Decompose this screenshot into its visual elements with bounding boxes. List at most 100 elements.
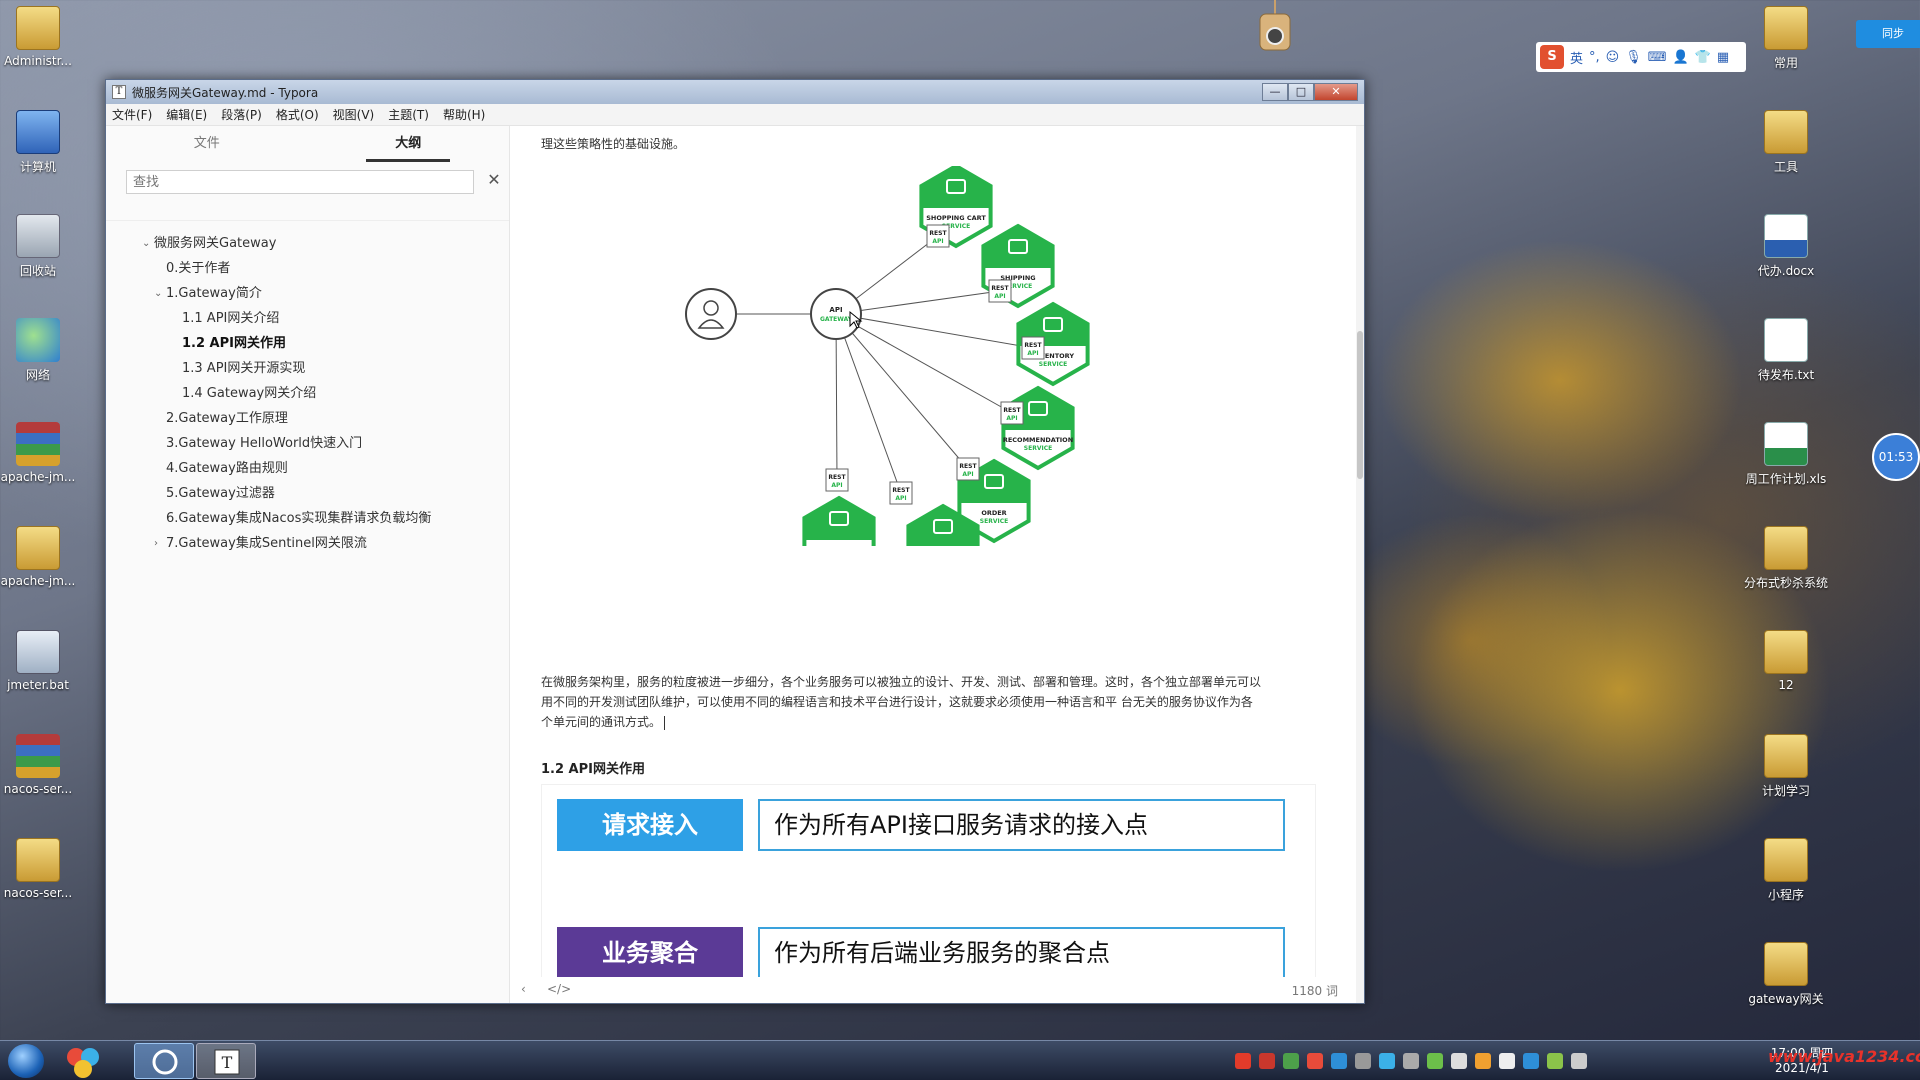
taskbar-browser-icon[interactable] [134,1043,194,1079]
keyboard-icon[interactable]: ⌨ [1648,50,1667,65]
outline-item[interactable]: › 7.Gateway集成Sentinel网关限流 [106,531,509,556]
desktop-icon[interactable]: 计算机 [0,110,80,175]
desktop-icon[interactable]: Administr... [0,6,80,68]
user-circle [685,288,737,340]
outline-item[interactable]: 4.Gateway路由规则 [106,456,509,481]
menu-edit[interactable]: 编辑(E) [166,106,207,123]
outline-item[interactable]: 5.Gateway过滤器 [106,481,509,506]
close-button[interactable]: ✕ [1314,83,1358,101]
outline-item[interactable]: 0.关于作者 [106,256,509,281]
scrollbar-thumb[interactable] [1357,331,1363,479]
menu-format[interactable]: 格式(O) [276,106,319,123]
tray-app-icon[interactable] [1235,1053,1251,1069]
menu-view[interactable]: 视图(V) [333,106,375,123]
tray-app-icon[interactable] [1355,1053,1371,1069]
rest-api-label: REST [1024,342,1042,349]
excel-file-icon [1764,422,1808,466]
outline-search-input[interactable] [126,170,474,194]
rest-api-label: REST [892,487,910,494]
floating-clock-bubble[interactable]: 01:53 [1872,433,1920,481]
tray-app-icon[interactable] [1379,1053,1395,1069]
tray-app-icon[interactable] [1523,1053,1539,1069]
desktop-icon[interactable]: 网络 [0,318,80,383]
function-label-request-access: 请求接入 [557,799,743,851]
minimize-button[interactable]: — [1262,83,1288,101]
microservices-diagram: APIGATEWAYSHOPPING CARTSERVICESHIPPINGSE… [685,166,1090,546]
service-hexagon-top [922,166,990,208]
ime-toolbar[interactable]: S 英 °, ☺ 🎙 ⌨ 👤 👕 ▦ [1536,42,1746,72]
tray-app-icon[interactable] [1571,1053,1587,1069]
user-icon[interactable]: 👤 [1673,50,1689,65]
collapse-caret-icon[interactable]: › [154,531,158,556]
outline-item[interactable]: 1.2 API网关作用 [106,331,509,356]
ime-mode-label[interactable]: 英 [1570,48,1583,67]
outline-item[interactable]: 3.Gateway HelloWorld快速入门 [106,431,509,456]
tray-app-icon[interactable] [1499,1053,1515,1069]
window-titlebar[interactable]: T 微服务网关Gateway.md - Typora — □ ✕ [106,80,1364,104]
tray-app-icon[interactable] [1475,1053,1491,1069]
taskbar-typora-icon[interactable]: T [196,1043,256,1079]
desktop-icon[interactable]: 计划学习 [1744,734,1828,799]
outline-item[interactable]: ⌄ 1.Gateway简介 [106,281,509,306]
desktop-icon[interactable]: 周工作计划.xls [1744,422,1828,487]
editor-scrollbar[interactable] [1356,126,1364,1003]
section-heading: 1.2 API网关作用 [541,762,645,777]
desktop-icon[interactable]: nacos-ser... [0,838,80,900]
outline-item[interactable]: 1.1 API网关介绍 [106,306,509,331]
emoji-icon[interactable]: ☺ [1606,50,1620,65]
expand-caret-icon[interactable]: ⌄ [154,281,162,306]
editor-area[interactable]: 理这些策略性的基础设施。 API GATEWAY SHOPPING CART SERV… [511,126,1356,1003]
start-button[interactable] [8,1044,44,1078]
function-desc-request-access: 作为所有API接口服务请求的接入点 [758,799,1285,851]
tools-icon[interactable]: ▦ [1717,50,1729,65]
taskbar-apps-icon[interactable] [60,1043,108,1079]
desktop-icon[interactable]: jmeter.bat [0,630,80,692]
outline-item[interactable]: ⌄ 微服务网关Gateway [106,231,509,256]
desktop-icon[interactable]: 常用 [1744,6,1828,71]
tray-app-icon[interactable] [1451,1053,1467,1069]
word-count[interactable]: 1180 词 [1292,982,1338,999]
desktop-icon-label: 网络 [25,368,50,382]
menu-help[interactable]: 帮助(H) [443,106,485,123]
menu-file[interactable]: 文件(F) [112,106,152,123]
camera-widget-icon[interactable] [1257,0,1293,52]
menu-theme[interactable]: 主题(T) [388,106,429,123]
outline-item[interactable]: 2.Gateway工作原理 [106,406,509,431]
tray-app-icon[interactable] [1307,1053,1323,1069]
desktop-icon[interactable]: 回收站 [0,214,80,279]
expand-caret-icon[interactable]: ⌄ [142,231,150,256]
maximize-button[interactable]: □ [1288,83,1314,101]
service-connection-line [835,313,902,494]
desktop-icon[interactable]: 12 [1744,630,1828,692]
menu-paragraph[interactable]: 段落(P) [221,106,262,123]
outline-item[interactable]: 1.3 API网关开源实现 [106,356,509,381]
desktop-icon[interactable]: 分布式秒杀系统 [1744,526,1828,591]
outline-item[interactable]: 6.Gateway集成Nacos实现集群请求负载均衡 [106,506,509,531]
skin-icon[interactable]: 👕 [1695,50,1711,65]
mic-icon[interactable]: 🎙 [1625,50,1642,65]
outline-item[interactable]: 1.4 Gateway网关介绍 [106,381,509,406]
desktop-icon[interactable]: apache-jm... [0,422,80,484]
desktop-icon[interactable]: 小程序 [1744,838,1828,903]
cloud-sync-button[interactable]: 同步 [1856,20,1920,48]
desktop-icon[interactable]: 代办.docx [1744,214,1828,279]
punctuation-icon[interactable]: °, [1589,50,1600,65]
tray-app-icon[interactable] [1403,1053,1419,1069]
tray-app-icon[interactable] [1427,1053,1443,1069]
tray-app-icon[interactable] [1259,1053,1275,1069]
tray-app-icon[interactable] [1547,1053,1563,1069]
toggle-sidebar-icon[interactable]: ‹ [521,982,526,996]
search-clear-icon[interactable]: ✕ [484,170,504,189]
desktop-icon[interactable]: nacos-ser... [0,734,80,796]
tray-app-icon[interactable] [1283,1053,1299,1069]
desktop-icon[interactable]: apache-jm... [0,526,80,588]
desktop-icon[interactable]: 待发布.txt [1744,318,1828,383]
tab-outline[interactable]: 大纲 [308,126,510,166]
batch-file-icon [16,630,60,674]
sogou-logo-icon[interactable]: S [1540,45,1564,69]
source-mode-icon[interactable]: </> [547,982,571,996]
tray-app-icon[interactable] [1331,1053,1347,1069]
desktop-icon[interactable]: gateway网关 [1744,942,1828,1007]
desktop-icon[interactable]: 工具 [1744,110,1828,175]
tab-files[interactable]: 文件 [106,126,308,166]
